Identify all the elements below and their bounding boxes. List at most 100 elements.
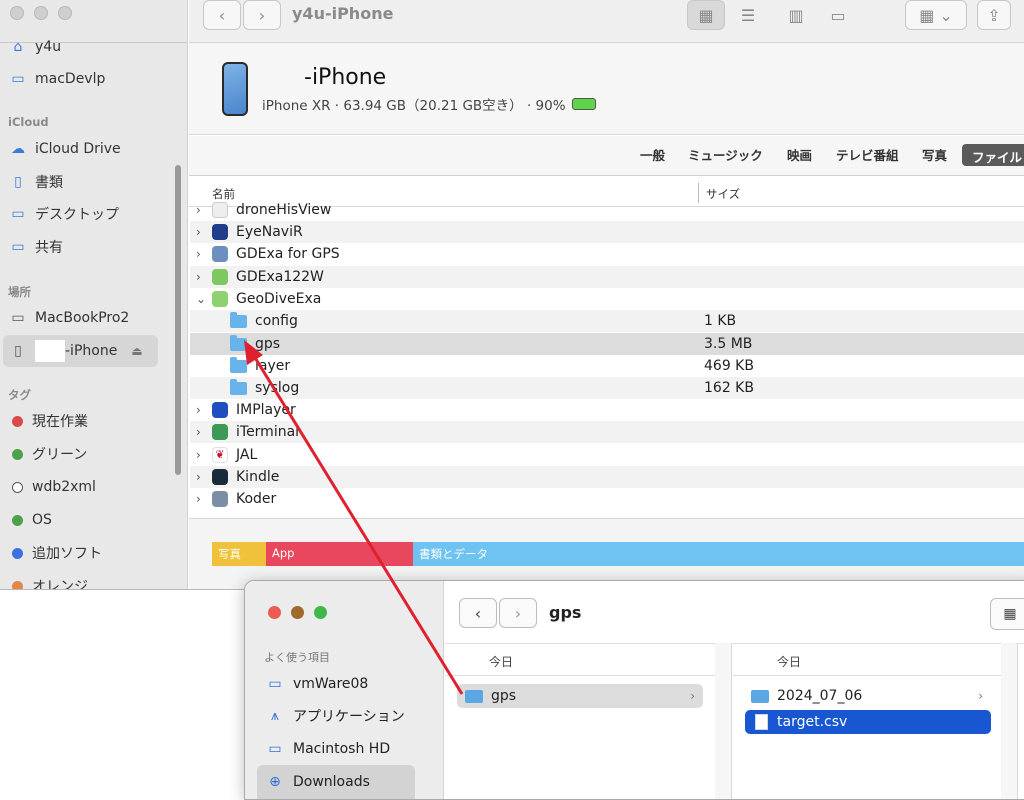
sidebar-item-icloud-drive[interactable]: ☁ iCloud Drive (8, 138, 121, 160)
download-icon: ⊕ (269, 774, 281, 790)
table-row[interactable]: › Kindle (190, 466, 1024, 488)
sidebar-item-y4u[interactable]: ⌂ y4u (8, 36, 62, 58)
table-row[interactable]: ⌄ GeoDiveExa (190, 288, 1024, 310)
table-row[interactable]: › iTerminal (190, 421, 1024, 443)
sidebar-tag-item[interactable]: OS (8, 509, 52, 531)
close-button[interactable] (268, 606, 281, 619)
device-info-text: iPhone XR · 63.94 GB（20.21 GB空き） · 90% (262, 98, 566, 114)
sidebar-item-label: アプリケーション (293, 709, 405, 725)
tag-label: 現在作業 (32, 414, 88, 430)
sidebar-item-applications[interactable]: ⩚ アプリケーション (265, 705, 405, 727)
group-menu-button[interactable]: ▦ ⌄ (905, 0, 967, 30)
zoom-button[interactable] (58, 6, 72, 20)
back-button[interactable]: ‹ (203, 0, 241, 30)
sidebar-item-downloads[interactable]: ⊕ Downloads (265, 771, 370, 793)
chevron-right-icon: › (978, 689, 983, 703)
table-row[interactable]: › GDExa122W (190, 266, 1024, 288)
desktop-icon: ▭ (11, 206, 25, 222)
sidebar-tag-item[interactable]: 追加ソフト (8, 542, 102, 564)
sidebar-tag-item[interactable]: グリーン (8, 443, 87, 465)
column-scrollbar[interactable] (715, 643, 731, 799)
home-icon: ⌂ (13, 39, 23, 55)
iphone-icon: ▯ (14, 343, 22, 359)
table-row[interactable]: › ❦ JAL (190, 444, 1024, 466)
gallery-view-button[interactable]: ▭ (819, 0, 857, 30)
tag-label: グリーン (32, 447, 88, 463)
tag-label: オレンジ (32, 579, 88, 590)
chevron-right-icon: › (196, 492, 201, 506)
back-button[interactable]: ‹ (459, 598, 497, 628)
tab-music[interactable]: ミュージック (688, 145, 763, 164)
sidebar-item-macintosh-hd[interactable]: ▭ Macintosh HD (265, 738, 390, 760)
table-row[interactable]: › droneHisView (190, 202, 1024, 218)
table-row[interactable]: › Koder (190, 488, 1024, 510)
sidebar-scrollbar[interactable] (175, 165, 181, 475)
column-scrollbar[interactable] (1001, 643, 1017, 799)
minimize-button[interactable] (291, 606, 304, 619)
eject-icon[interactable]: ⏏ (131, 344, 142, 358)
app-icon (212, 246, 228, 262)
iphone-icon (222, 62, 248, 116)
folder-icon (230, 334, 247, 351)
table-row[interactable]: layer 469 KB (190, 355, 1024, 377)
column-name[interactable]: 名前 (212, 186, 235, 202)
redacted-name (258, 64, 304, 90)
table-row[interactable]: › GDExa for GPS (190, 243, 1024, 265)
row-label: layer (255, 358, 291, 374)
tab-tv[interactable]: テレビ番組 (836, 145, 899, 164)
cloud-icon: ☁ (11, 141, 25, 157)
tab-movies[interactable]: 映画 (787, 145, 812, 164)
column-size[interactable]: サイズ (706, 186, 740, 202)
sidebar-tag-item[interactable]: 現在作業 (8, 410, 88, 432)
device-info: iPhone XR · 63.94 GB（20.21 GB空き） · 90% (262, 94, 596, 114)
sidebar-item-macdevlp[interactable]: ▭ macDevlp (8, 68, 105, 90)
table-row[interactable]: › IMPlayer (190, 399, 1024, 421)
tab-photos[interactable]: 写真 (922, 145, 947, 164)
table-row[interactable]: config 1 KB (190, 310, 1024, 332)
close-button[interactable] (10, 6, 24, 20)
forward-button[interactable]: › (243, 0, 281, 30)
list-item-selected[interactable]: target.csv (745, 710, 991, 734)
list-view-button[interactable]: ☰ (729, 0, 767, 30)
zoom-button[interactable] (314, 606, 327, 619)
icon-view-button[interactable]: ▦ (687, 0, 725, 30)
chevron-right-icon: › (514, 603, 522, 623)
list-item-label: 2024_07_06 (777, 688, 863, 704)
icon-view-button[interactable]: ▦ (990, 598, 1024, 630)
row-label: IMPlayer (236, 402, 296, 418)
list-item[interactable]: 2024_07_06 › (743, 684, 991, 708)
minimize-button[interactable] (34, 6, 48, 20)
sidebar-heading-locations: 場所 (8, 285, 31, 299)
sidebar-tag-item[interactable]: オレンジ (8, 575, 88, 590)
sidebar-item-shared[interactable]: ▭ 共有 (8, 236, 63, 258)
tab-files[interactable]: ファイル (962, 144, 1024, 166)
shared-folder-icon: ▭ (11, 239, 25, 255)
chevron-right-icon: › (196, 270, 201, 284)
sidebar-item-iphone[interactable]: ▯ -iPhone ⏏ (8, 340, 143, 362)
sidebar-item-vmware08[interactable]: ▭ vmWare08 (265, 673, 368, 695)
table-row[interactable]: › EyeNaviR (190, 221, 1024, 243)
sidebar-item-desktop[interactable]: ▭ デスクトップ (8, 203, 119, 225)
list-item[interactable]: gps › (457, 684, 703, 708)
column-divider[interactable] (1017, 643, 1018, 799)
column-view-button[interactable]: ▥ (777, 0, 815, 30)
row-label: iTerminal (236, 424, 300, 440)
column-divider[interactable] (731, 643, 732, 799)
row-label: JAL (236, 447, 258, 463)
sidebar: よく使う項目 ▭ vmWare08 ⩚ アプリケーション ▭ Macintosh… (245, 581, 444, 799)
table-row[interactable]: syslog 162 KB (190, 377, 1024, 399)
share-button[interactable]: ⇪ (977, 0, 1011, 30)
folder-icon (230, 356, 247, 373)
sidebar-item-macbookpro2[interactable]: ▭ MacBookPro2 (8, 307, 129, 329)
tag-label: OS (32, 512, 52, 528)
sidebar-tag-item[interactable]: wdb2xml (8, 476, 96, 498)
app-icon (212, 491, 228, 507)
sidebar-item-label: デスクトップ (35, 207, 119, 223)
column-divider[interactable] (698, 183, 699, 203)
forward-button[interactable]: › (499, 598, 537, 628)
storage-segment-documents: 書類とデータ (413, 542, 1024, 566)
app-icon (212, 224, 228, 240)
table-row[interactable]: gps 3.5 MB (190, 333, 1024, 355)
sidebar-item-documents[interactable]: ▯ 書類 (8, 171, 63, 193)
tab-general[interactable]: 一般 (640, 145, 665, 164)
